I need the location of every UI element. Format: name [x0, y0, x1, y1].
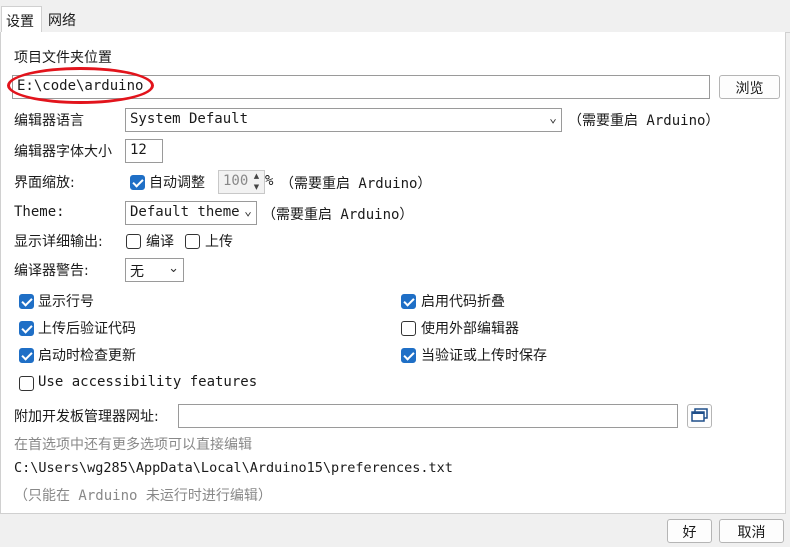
url-editor-button[interactable]: [687, 404, 712, 428]
line-numbers-label: 显示行号: [38, 294, 94, 310]
spin-down-icon[interactable]: ▼: [249, 182, 264, 193]
scale-note: （需要重启 Arduino）: [280, 176, 432, 192]
save-on-verify-label: 当验证或上传时保存: [421, 348, 547, 364]
verbose-compile-checkbox[interactable]: [126, 234, 141, 249]
check-updates-checkbox[interactable]: [19, 348, 34, 363]
code-folding-checkbox[interactable]: [401, 294, 416, 309]
more-prefs-text: 在首选项中还有更多选项可以直接编辑: [14, 437, 252, 453]
auto-scale-label: 自动调整: [149, 175, 205, 191]
external-editor-checkbox[interactable]: [401, 321, 416, 336]
theme-note: （需要重启 Arduino）: [262, 207, 414, 223]
editor-language-note: （需要重启 Arduino）: [568, 113, 720, 129]
editor-language-label: 编辑器语言: [14, 113, 84, 129]
spin-up-icon[interactable]: ▲: [249, 171, 264, 182]
edit-note-text: （只能在 Arduino 未运行时进行编辑）: [14, 488, 272, 504]
browse-button[interactable]: 浏览: [719, 75, 780, 99]
sketchbook-location-label: 项目文件夹位置: [14, 50, 112, 66]
sketchbook-location-input[interactable]: E:\code\arduino: [12, 75, 710, 99]
verbose-label: 显示详细输出:: [14, 234, 103, 250]
cancel-button[interactable]: 取消: [719, 519, 784, 543]
board-urls-label: 附加开发板管理器网址:: [14, 409, 159, 425]
tab-settings[interactable]: 设置: [1, 6, 42, 33]
chevron-down-icon: ⌄: [168, 261, 179, 276]
window-stack-icon: [690, 408, 708, 422]
theme-value: Default theme: [130, 204, 240, 220]
font-size-label: 编辑器字体大小: [14, 144, 112, 160]
verify-after-upload-label: 上传后验证代码: [38, 321, 136, 337]
verbose-compile-label: 编译: [146, 234, 174, 250]
prefs-path-text: C:\Users\wg285\AppData\Local\Arduino15\p…: [14, 460, 453, 476]
verbose-upload-label: 上传: [205, 234, 233, 250]
line-numbers-checkbox[interactable]: [19, 294, 34, 309]
scale-label: 界面缩放:: [14, 175, 75, 191]
accessibility-checkbox[interactable]: [19, 376, 34, 391]
warnings-label: 编译器警告:: [14, 263, 89, 279]
editor-language-value: System Default: [130, 111, 249, 127]
verify-after-upload-checkbox[interactable]: [19, 321, 34, 336]
external-editor-label: 使用外部编辑器: [421, 321, 519, 337]
scale-spinner[interactable]: ▲ ▼: [249, 171, 264, 193]
editor-language-select[interactable]: System Default ⌄: [125, 108, 562, 132]
auto-scale-checkbox[interactable]: [130, 175, 145, 190]
theme-label: Theme:: [14, 204, 65, 220]
scale-unit: %: [265, 173, 274, 189]
save-on-verify-checkbox[interactable]: [401, 348, 416, 363]
verbose-upload-checkbox[interactable]: [185, 234, 200, 249]
chevron-down-icon: ⌄: [549, 111, 557, 126]
warnings-value: 无: [130, 264, 144, 280]
accessibility-label: Use accessibility features: [38, 374, 258, 390]
warnings-select[interactable]: 无 ⌄: [125, 258, 184, 282]
tab-network[interactable]: 网络: [44, 6, 84, 33]
board-urls-input[interactable]: [178, 404, 678, 428]
check-updates-label: 启动时检查更新: [38, 348, 136, 364]
theme-select[interactable]: Default theme ⌄: [125, 201, 257, 225]
tab-bar: 设置 网络: [0, 6, 790, 33]
ok-button[interactable]: 好: [667, 519, 712, 543]
code-folding-label: 启用代码折叠: [421, 294, 505, 310]
chevron-down-icon: ⌄: [244, 204, 252, 219]
font-size-input[interactable]: 12: [125, 139, 163, 163]
